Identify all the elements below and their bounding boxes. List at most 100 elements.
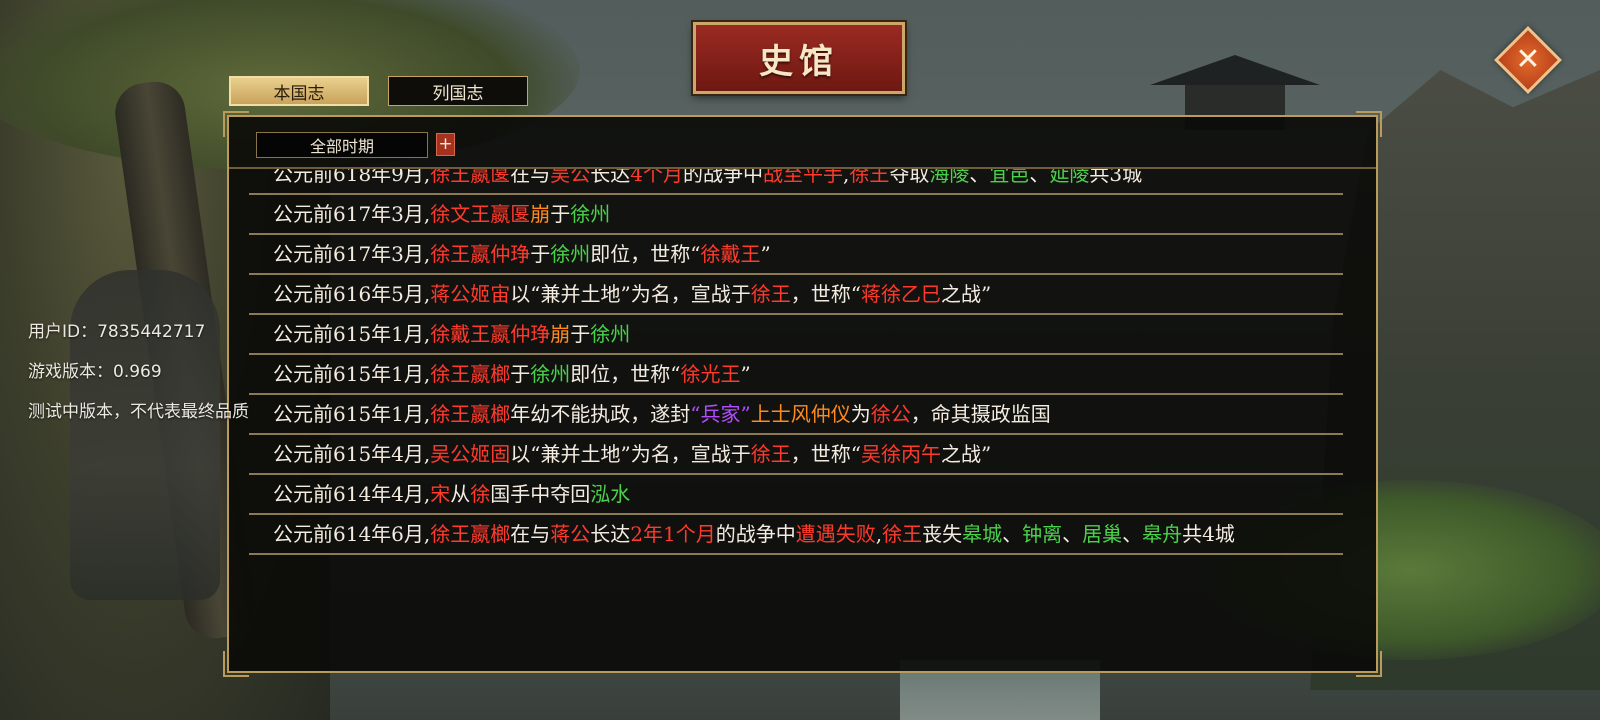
entry-segment: 、 (1002, 522, 1023, 546)
entry-segment: ” (740, 362, 751, 386)
entry-segment: 的战争中 (683, 169, 763, 186)
entry-segment: 以“兼并土地”为名，宣战于 (510, 282, 751, 306)
entry-segment: 即位，世称“ (590, 242, 701, 266)
entry-segment: 共3城 (1089, 169, 1143, 186)
tab-own-state-history[interactable]: 本国志 (229, 76, 369, 106)
test-notice-label: 测试中版本，不代表最终品质 (28, 402, 249, 422)
entry-segment: 宜邑 (989, 169, 1030, 186)
entry-segment: 公元前615年1月, (273, 362, 431, 386)
entry-segment: 在与 (510, 522, 551, 546)
entry-segment: 公元前614年6月, (273, 522, 431, 546)
history-entry: 公元前614年6月,徐王嬴榔在与蒋公长达2年1个月的战争中遭遇失败,徐王丧失皋城… (249, 515, 1343, 555)
history-entry: 公元前617年3月,徐文王嬴匽崩于徐州 (249, 195, 1343, 235)
entry-segment: 吴徐丙午 (860, 442, 941, 466)
entry-segment: 徐 (470, 482, 491, 506)
entry-segment: 徐戴王 (700, 242, 761, 266)
entry-segment: 即位，世称“ (570, 362, 681, 386)
entry-segment: ” (760, 242, 771, 266)
entry-segment: 4个月 (630, 169, 683, 186)
entry-segment: 共4城 (1182, 522, 1235, 546)
entry-segment: 徐州 (550, 242, 591, 266)
entry-segment: ，世称“ (790, 442, 861, 466)
entry-segment: 公元前617年3月, (273, 202, 431, 226)
history-list[interactable]: 公元前618年9月,徐王嬴匽在与吴公长达4个月的战争中战至平手,徐王夺取海陵、宜… (249, 169, 1343, 661)
entry-segment: 公元前614年4月, (273, 482, 431, 506)
entry-segment: 2年1个月 (630, 522, 716, 546)
entry-segment: 夺取 (889, 169, 930, 186)
entry-segment: 为 (850, 402, 871, 426)
entry-segment: 公元前618年9月, (273, 169, 431, 186)
entry-segment: 海陵 (929, 169, 970, 186)
entry-segment: 、 (969, 169, 990, 186)
entry-segment: 公元前615年4月, (273, 442, 431, 466)
history-entry: 公元前614年4月,宋从徐国手中夺回泓水 (249, 475, 1343, 515)
entry-segment: 公元前617年3月, (273, 242, 431, 266)
history-entry: 公元前617年3月,徐王嬴仲琤于徐州即位，世称“徐戴王” (249, 235, 1343, 275)
entry-segment: 长达 (590, 522, 631, 546)
entry-segment: 蒋公姬宙 (430, 282, 511, 306)
entry-segment: 徐州 (530, 362, 571, 386)
entry-segment: 丧失 (922, 522, 963, 546)
entry-segment: 、 (1122, 522, 1143, 546)
entry-segment: 皋城 (962, 522, 1003, 546)
user-id-label: 用户ID：7835442717 (28, 322, 206, 342)
entry-segment: 于 (530, 242, 551, 266)
entry-segment: 泓水 (590, 482, 631, 506)
entry-segment: 公元前615年1月, (273, 402, 431, 426)
entry-segment: 于 (550, 202, 571, 226)
entry-segment: 、 (1062, 522, 1083, 546)
entry-segment: 徐戴王嬴仲琤 (430, 322, 551, 346)
history-entry: 公元前615年1月,徐王嬴榔于徐州即位，世称“徐光王” (249, 355, 1343, 395)
entry-segment: 以“兼并土地”为名，宣战于 (510, 442, 751, 466)
entry-segment: 徐王嬴榔 (430, 362, 511, 386)
entry-segment: 徐王 (750, 282, 791, 306)
entry-segment: 徐王 (882, 522, 923, 546)
entry-segment: 从 (450, 482, 471, 506)
entry-segment: 徐州 (590, 322, 631, 346)
entry-segment: 公元前615年1月, (273, 322, 431, 346)
entry-segment: 之战” (940, 442, 992, 466)
entry-segment: ，世称“ (790, 282, 861, 306)
entry-segment: 徐王 (849, 169, 890, 186)
entry-segment: 徐王嬴榔 (430, 402, 511, 426)
entry-segment: 于 (570, 322, 591, 346)
entry-segment: 长达 (590, 169, 631, 186)
entry-segment: 之战” (940, 282, 992, 306)
entry-segment: 蒋徐乙巳 (860, 282, 941, 306)
entry-segment: ，命其摄政监国 (910, 402, 1051, 426)
filter-expand-button[interactable]: + (436, 133, 455, 156)
history-entry: 公元前615年4月,吴公姬固以“兼并土地”为名，宣战于徐王，世称“吴徐丙午之战” (249, 435, 1343, 475)
entry-segment: 国手中夺回 (490, 482, 591, 506)
entry-segment: “兵家” (690, 402, 751, 426)
entry-segment: 徐文王嬴匽 (430, 202, 531, 226)
entry-segment: 钟离 (1022, 522, 1063, 546)
entry-segment: 宋 (430, 482, 451, 506)
tab-all-states-history[interactable]: 列国志 (388, 76, 528, 106)
entry-segment: 徐王嬴仲琤 (430, 242, 531, 266)
entry-segment: 战至平手 (763, 169, 843, 186)
page-title: 史馆 (759, 41, 839, 82)
entry-segment: 上士风仲仪 (750, 402, 851, 426)
entry-segment: 延陵 (1049, 169, 1090, 186)
entry-segment: 徐州 (570, 202, 611, 226)
entry-segment: 吴公姬固 (430, 442, 511, 466)
close-icon: ✕ (1515, 42, 1541, 77)
period-filter-dropdown[interactable]: 全部时期 (256, 132, 428, 158)
close-button[interactable]: ✕ (1494, 26, 1562, 94)
entry-segment: 在与 (510, 169, 551, 186)
entry-segment: 徐光王 (680, 362, 741, 386)
history-entry: 公元前615年1月,徐王嬴榔年幼不能执政，遂封“兵家”上士风仲仪为徐公，命其摄政… (249, 395, 1343, 435)
entry-segment: 、 (1029, 169, 1050, 186)
history-entry: 公元前616年5月,蒋公姬宙以“兼并土地”为名，宣战于徐王，世称“蒋徐乙巳之战” (249, 275, 1343, 315)
entry-segment: 蒋公 (550, 522, 591, 546)
entry-segment: 崩 (550, 322, 571, 346)
game-version-label: 游戏版本：0.969 (28, 362, 162, 382)
title-plaque: 史馆 (693, 22, 905, 94)
history-entry: 公元前618年9月,徐王嬴匽在与吴公长达4个月的战争中战至平手,徐王夺取海陵、宜… (249, 169, 1343, 195)
entry-segment: 徐王嬴匽 (430, 169, 511, 186)
history-entry: 公元前615年1月,徐戴王嬴仲琤崩于徐州 (249, 315, 1343, 355)
entry-segment: 崩 (530, 202, 551, 226)
entry-segment: 居巢 (1082, 522, 1123, 546)
entry-segment: 皋舟 (1142, 522, 1183, 546)
entry-segment: 遭遇失败 (795, 522, 876, 546)
